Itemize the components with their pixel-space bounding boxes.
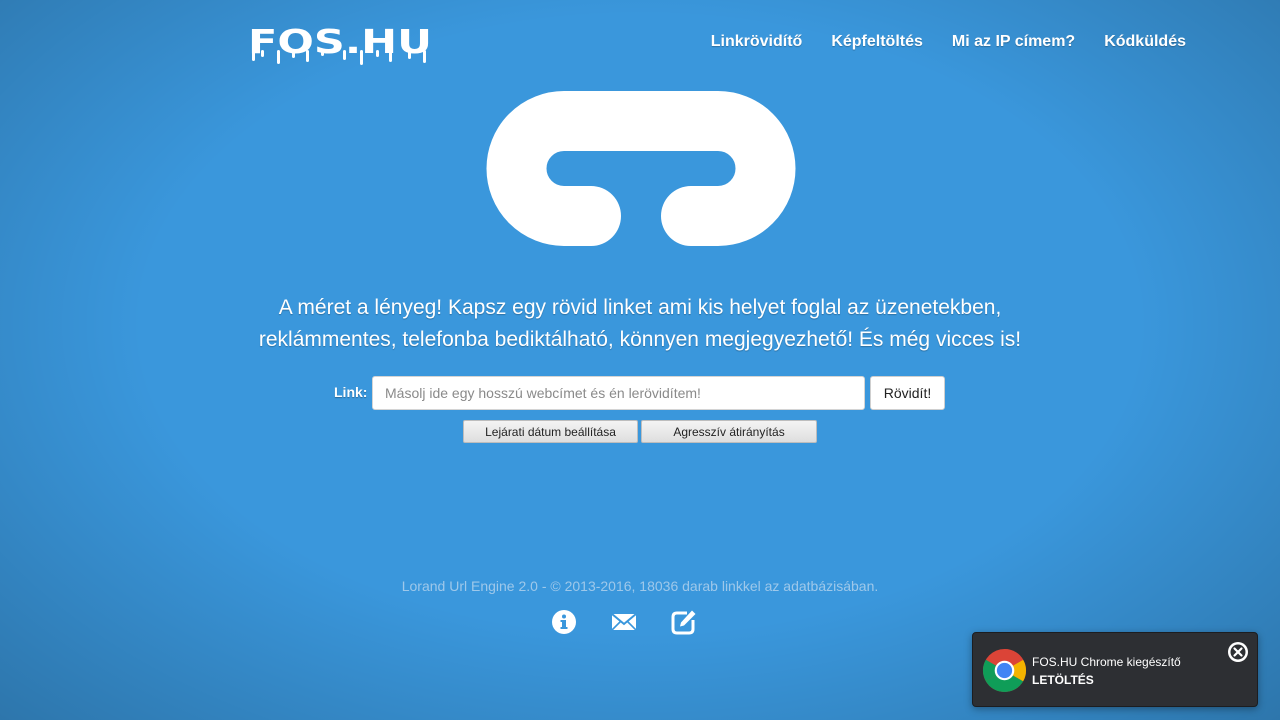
nav-link-my-ip[interactable]: Mi az IP címem? xyxy=(952,33,1075,51)
nav-link-shortener[interactable]: Linkrövidítő xyxy=(711,33,803,51)
set-expiry-button[interactable]: Lejárati dátum beállítása xyxy=(463,420,638,443)
footer-icons xyxy=(551,609,697,635)
nav-link-code-send[interactable]: Kódküldés xyxy=(1104,33,1186,51)
tagline-line-2: reklámmentes, telefonba bediktálható, kö… xyxy=(258,328,1022,351)
link-label: Link: xyxy=(334,384,368,400)
toast-title: FOS.HU Chrome kiegészítő xyxy=(1032,655,1181,669)
main-nav: Linkrövidítő Képfeltöltés Mi az IP címem… xyxy=(711,33,1186,51)
close-icon[interactable] xyxy=(1227,641,1249,663)
site-logo[interactable]: FOS.HU xyxy=(248,26,434,70)
tagline-line-1: A méret a lényeg! Kapsz egy rövid linket… xyxy=(278,296,1002,319)
nav-link-image-upload[interactable]: Képfeltöltés xyxy=(831,33,923,51)
logo-text: FOS.HU xyxy=(248,26,432,61)
download-link[interactable]: LETÖLTÉS xyxy=(1032,673,1094,687)
footer-text: Lorand Url Engine 2.0 - © 2013-2016, 180… xyxy=(401,578,879,594)
mail-icon[interactable] xyxy=(611,609,637,635)
shorten-button[interactable]: Rövidít! xyxy=(870,376,945,410)
tagline: A méret a lényeg! Kapsz egy rövid linket… xyxy=(0,292,1280,356)
aggressive-redirect-button[interactable]: Agresszív átirányítás xyxy=(641,420,817,443)
info-icon[interactable] xyxy=(551,609,577,635)
edit-icon[interactable] xyxy=(671,609,697,635)
chain-link-icon xyxy=(486,91,796,246)
chrome-extension-toast[interactable]: FOS.HU Chrome kiegészítő LETÖLTÉS xyxy=(972,632,1258,707)
chrome-icon xyxy=(981,647,1028,694)
url-input[interactable] xyxy=(372,376,865,410)
